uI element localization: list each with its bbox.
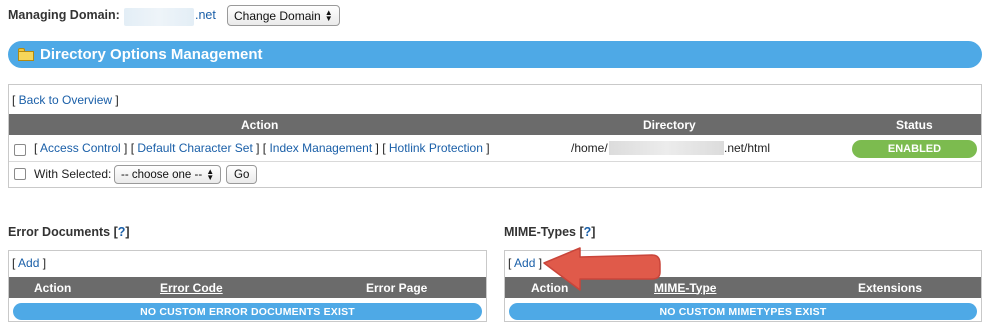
hotlink-protection-link[interactable]: Hotlink Protection: [389, 141, 483, 155]
go-button[interactable]: Go: [226, 165, 258, 184]
col-mime-type[interactable]: MIME-Type: [654, 281, 716, 295]
mime-types-title: MIME-Types [?]: [504, 225, 596, 239]
mime-types-empty: NO CUSTOM MIMETYPES EXIST: [509, 303, 977, 320]
error-documents-empty: NO CUSTOM ERROR DOCUMENTS EXIST: [13, 303, 482, 320]
error-documents-title: Error Documents [?]: [8, 225, 130, 239]
select-arrows-icon: ▲ ▼: [206, 166, 215, 182]
error-documents-header: Action Error Code Error Page: [9, 277, 486, 298]
page-title: Directory Options Management: [40, 46, 263, 63]
directory-actions: [ Access Control ] [ Default Character S…: [34, 141, 490, 155]
default-charset-link[interactable]: Default Character Set: [137, 141, 252, 155]
col-error-code[interactable]: Error Code: [160, 281, 223, 295]
change-domain-select[interactable]: Change Domain ▲ ▼: [227, 5, 340, 26]
page-title-bar: Directory Options Management: [8, 41, 982, 68]
annotation-arrow-icon: [543, 247, 661, 291]
select-all-checkbox[interactable]: [14, 168, 26, 180]
col-directory: Directory: [643, 117, 696, 132]
managing-domain-label: Managing Domain:: [8, 8, 120, 22]
col-extensions: Extensions: [858, 280, 923, 295]
bulk-action-select[interactable]: -- choose one -- ▲ ▼: [114, 165, 222, 184]
status-badge: ENABLED: [852, 140, 977, 158]
with-selected-label: With Selected:: [34, 167, 112, 181]
mime-types-add: [ Add ]: [508, 256, 543, 270]
change-domain-label: Change Domain: [234, 8, 321, 23]
domain-name-redacted: [124, 8, 194, 26]
back-to-overview: [ Back to Overview ]: [12, 93, 119, 107]
error-documents-add-link[interactable]: Add: [18, 256, 39, 270]
back-to-overview-link[interactable]: Back to Overview: [19, 93, 112, 107]
col-action: Action: [241, 117, 279, 132]
directory-table-header: Action Directory Status: [9, 114, 981, 135]
col-error-page: Error Page: [366, 280, 428, 295]
mime-types-help-link[interactable]: ?: [584, 225, 592, 239]
directory-path-suffix: .net/html: [724, 141, 771, 155]
error-documents-add: [ Add ]: [12, 256, 47, 270]
select-arrows-icon: ▲ ▼: [324, 7, 333, 23]
directory-path-prefix: /home/: [571, 141, 608, 155]
col-status: Status: [896, 117, 933, 132]
access-control-link[interactable]: Access Control: [40, 141, 121, 155]
directory-path-redacted: [609, 141, 724, 155]
error-documents-help-link[interactable]: ?: [118, 225, 126, 239]
row-divider: [9, 161, 981, 162]
error-documents-title-text: Error Documents: [8, 225, 111, 239]
mime-types-add-link[interactable]: Add: [514, 256, 535, 270]
mime-types-title-text: MIME-Types: [504, 225, 576, 239]
col-action: Action: [34, 280, 72, 295]
row-checkbox[interactable]: [14, 144, 26, 156]
folder-icon: [18, 48, 34, 61]
domain-suffix: .net: [195, 8, 216, 22]
index-management-link[interactable]: Index Management: [269, 141, 372, 155]
bulk-action-value: -- choose one --: [121, 168, 203, 181]
